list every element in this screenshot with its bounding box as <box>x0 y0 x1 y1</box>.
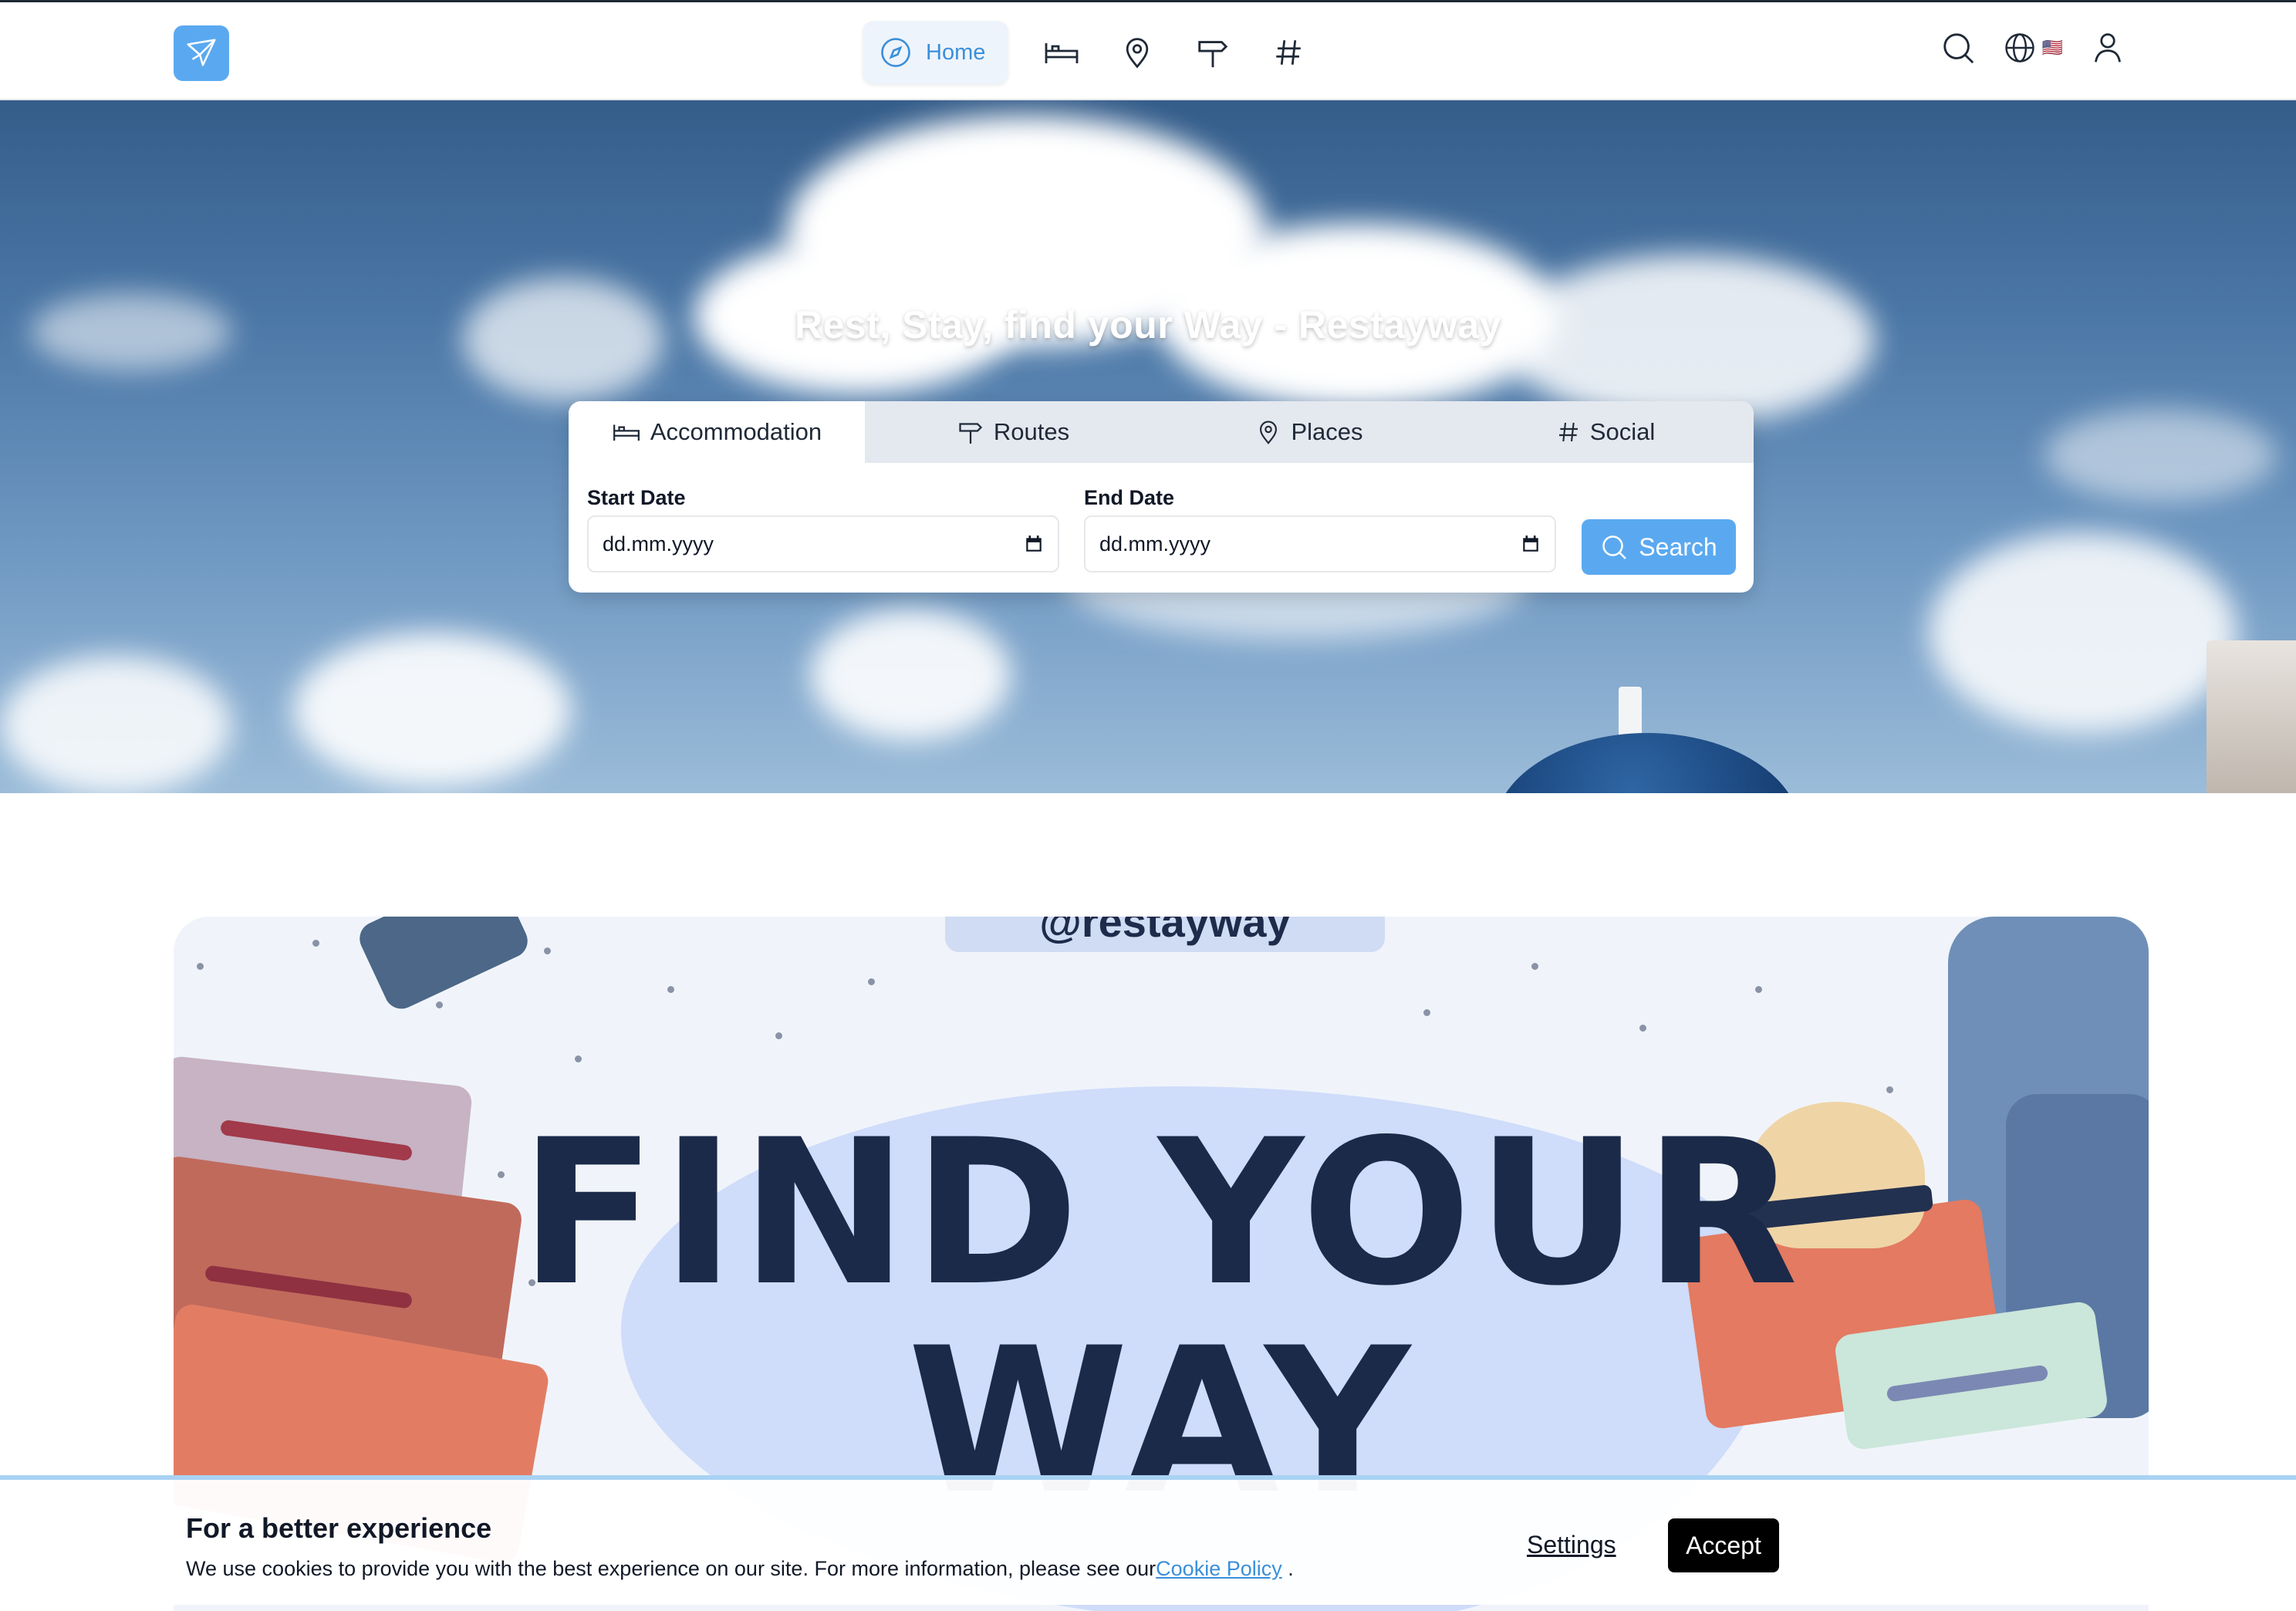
cookie-text: We use cookies to provide you with the b… <box>186 1557 1294 1581</box>
signpost-icon <box>959 423 982 444</box>
header-actions: 🇺🇸 <box>1940 30 2125 66</box>
compass-icon <box>881 38 910 67</box>
nav-accommodation-button[interactable] <box>1039 30 1084 75</box>
end-date-input[interactable]: dd.mm.yyyy <box>1084 515 1556 572</box>
tab-social[interactable]: Social <box>1457 401 1754 463</box>
nav-home-label: Home <box>926 39 986 65</box>
nav-places-button[interactable] <box>1115 30 1160 75</box>
confetti-dot <box>1423 1009 1430 1016</box>
start-date-placeholder: dd.mm.yyyy <box>603 532 714 556</box>
tab-accommodation[interactable]: Accommodation <box>569 401 865 463</box>
tab-social-label: Social <box>1589 418 1656 445</box>
tab-accommodation-label: Accommodation <box>650 418 822 445</box>
hashtag-icon <box>1276 40 1302 65</box>
cookie-title: For a better experience <box>186 1512 492 1544</box>
confetti-dot <box>1531 963 1538 970</box>
search-button-label: Search <box>1639 532 1717 561</box>
search-card: Accommodation Routes Places Social Start… <box>569 401 1754 593</box>
end-date-placeholder: dd.mm.yyyy <box>1099 532 1211 556</box>
calendar-icon[interactable] <box>1024 534 1044 554</box>
bed-icon <box>1045 43 1079 63</box>
cookie-settings-link[interactable]: Settings <box>1527 1531 1616 1559</box>
search-icon <box>1602 535 1627 559</box>
cookie-consent-bar: For a better experience We use cookies t… <box>0 1475 2296 1605</box>
globe-icon <box>2004 33 2034 62</box>
us-flag-icon: 🇺🇸 <box>2041 38 2063 57</box>
nav-routes-button[interactable] <box>1190 30 1235 75</box>
confetti-dot <box>868 978 875 985</box>
tab-places[interactable]: Places <box>1161 401 1457 463</box>
map-pin-icon <box>1260 420 1278 444</box>
search-tabs: Accommodation Routes Places Social <box>569 401 1754 463</box>
bed-icon <box>613 424 640 441</box>
main-nav: Home <box>863 21 1311 84</box>
search-button[interactable]: Search <box>1582 519 1736 575</box>
confetti-dot <box>1755 986 1762 993</box>
banner-headline-line1: FIND YOUR <box>519 1097 1803 1330</box>
signpost-icon <box>1198 41 1228 68</box>
confetti-dot <box>1886 1086 1893 1093</box>
cloud <box>810 610 1011 741</box>
nav-social-button[interactable] <box>1266 30 1311 75</box>
logo[interactable] <box>174 25 229 81</box>
cloud <box>2044 409 2276 502</box>
cookie-suffix: . <box>1281 1557 1294 1580</box>
bag-navy <box>354 917 533 1015</box>
paper-plane-bird-icon <box>187 39 216 66</box>
banner-headline: FIND YOUR WAY <box>174 1109 2149 1526</box>
hero-section: Rest, Stay, find your Way - Restayway Ac… <box>0 100 2296 793</box>
language-selector[interactable]: 🇺🇸 <box>2004 32 2063 64</box>
start-date-input[interactable]: dd.mm.yyyy <box>587 515 1059 572</box>
banner-handle-text: @restayway <box>945 917 1385 952</box>
church-dome <box>1493 733 1801 793</box>
map-pin-icon <box>1126 38 1149 69</box>
confetti-dot <box>544 947 551 954</box>
hashtag-icon <box>1558 422 1578 442</box>
cloud <box>0 656 231 793</box>
cookie-accept-button[interactable]: Accept <box>1668 1518 1779 1572</box>
hero-title: Rest, Stay, find your Way - Restayway <box>795 303 1501 346</box>
confetti-dot <box>667 986 674 993</box>
top-navigation-bar: Home 🇺🇸 <box>0 0 2296 100</box>
tab-routes[interactable]: Routes <box>865 401 1161 463</box>
village-houses <box>2207 640 2296 793</box>
confetti-dot <box>575 1055 582 1062</box>
end-date-label: End Date <box>1084 486 1175 509</box>
tab-routes-label: Routes <box>993 418 1070 445</box>
cookie-body: We use cookies to provide you with the b… <box>186 1557 1156 1580</box>
cloud <box>1929 532 2237 733</box>
confetti-dot <box>436 1001 443 1008</box>
nav-home-button[interactable]: Home <box>863 21 1009 84</box>
cloud <box>293 633 571 787</box>
confetti-dot <box>312 940 319 947</box>
cookie-policy-link[interactable]: Cookie Policy <box>1156 1557 1282 1580</box>
confetti-dot <box>197 963 204 970</box>
start-date-label: Start Date <box>587 486 686 509</box>
confetti-dot <box>775 1032 782 1039</box>
calendar-icon[interactable] <box>1521 534 1541 554</box>
confetti-dot <box>1639 1025 1646 1032</box>
user-icon[interactable] <box>2091 31 2125 65</box>
search-icon[interactable] <box>1940 30 1976 66</box>
tab-places-label: Places <box>1291 418 1363 445</box>
